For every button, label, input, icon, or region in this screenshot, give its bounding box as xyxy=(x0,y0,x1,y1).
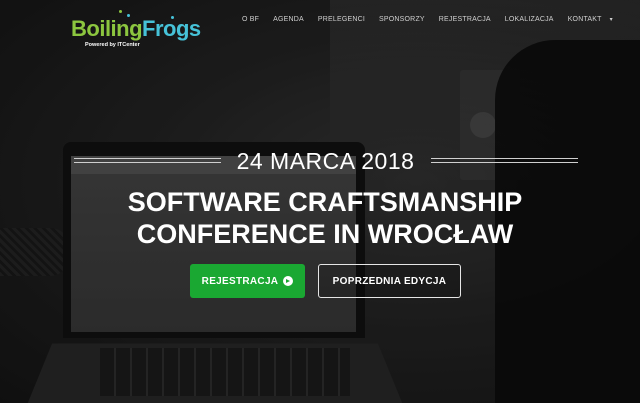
nav-item-sponsorzy[interactable]: SPONSORZY xyxy=(379,16,425,28)
register-button-label: REJESTRACJA xyxy=(201,275,279,287)
arrow-circle-right-icon xyxy=(283,276,294,286)
nav-item-kontakt[interactable]: KONTAKT xyxy=(568,16,602,28)
chevron-down-icon[interactable]: ▾ xyxy=(610,16,613,28)
previous-edition-label: POPRZEDNIA EDYCJA xyxy=(332,275,447,287)
logo-wordmark-frogs: Frogs xyxy=(142,16,201,41)
register-button[interactable]: REJESTRACJA xyxy=(190,264,305,298)
headline-line-2: CONFERENCE IN WROCŁAW xyxy=(136,219,514,249)
nav-item-o-bf[interactable]: O BF xyxy=(242,16,259,28)
top-navigation-bar: BoilingFrogs Powered by ITCenter O BF AG… xyxy=(0,0,640,60)
nav-item-agenda[interactable]: AGENDA xyxy=(273,16,304,28)
nav-item-prelegenci[interactable]: PRELEGENCI xyxy=(318,16,365,28)
logo-tagline: Powered by ITCenter xyxy=(85,42,140,48)
logo-wordmark-boiling: Boiling xyxy=(71,16,143,41)
previous-edition-button[interactable]: POPRZEDNIA EDYCJA xyxy=(318,264,461,298)
logo-splash-dot xyxy=(119,10,122,13)
headline-line-1: SOFTWARE CRAFTSMANSHIP xyxy=(127,187,523,217)
page-title: SOFTWARE CRAFTSMANSHIP CONFERENCE IN WRO… xyxy=(40,186,610,250)
event-date-row: 24 MARCA 2018 xyxy=(74,148,578,174)
logo-wordmark: BoilingFrogs xyxy=(71,16,201,42)
main-nav: O BF AGENDA PRELEGENCI SPONSORZY REJESTR… xyxy=(242,16,613,28)
nav-item-lokalizacja[interactable]: LOKALIZACJA xyxy=(505,16,554,28)
nav-item-rejestracja[interactable]: REJESTRACJA xyxy=(439,16,491,28)
boilingfrogs-logo[interactable]: BoilingFrogs Powered by ITCenter xyxy=(71,10,201,54)
date-divider-right xyxy=(431,158,578,163)
